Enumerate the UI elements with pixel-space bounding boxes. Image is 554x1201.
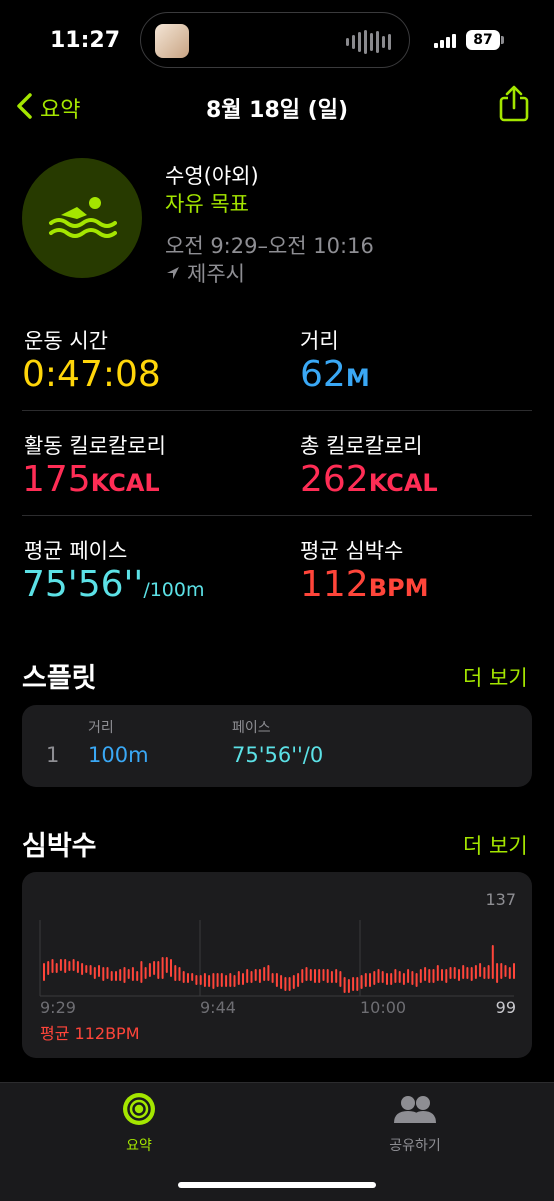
distance-value: 62M	[300, 354, 370, 395]
people-icon	[394, 1096, 436, 1123]
duration-label: 운동 시간	[24, 329, 108, 353]
workout-location: 제주시	[165, 258, 245, 288]
battery-icon: 87	[466, 30, 500, 50]
splits-card[interactable]: 거리 페이스 1 100m 75'56''/0	[22, 705, 532, 787]
splits-more-button[interactable]: 더 보기	[463, 662, 528, 692]
hr-time-label-3: 10:00	[360, 998, 407, 1017]
tab-sharing-label: 공유하기	[389, 1138, 441, 1154]
total-calories-label: 총 킬로칼로리	[300, 434, 423, 458]
avg-hr-label: 평균 심박수	[300, 539, 404, 563]
tab-sharing[interactable]: 공유하기	[380, 1091, 450, 1159]
workout-type: 수영(야외)	[165, 164, 259, 188]
tab-summary-label: 요약	[126, 1138, 152, 1154]
status-time: 11:27	[50, 28, 121, 53]
avg-pace-value: 75'56''/100m	[22, 564, 205, 605]
split-header-pace: 페이스	[232, 720, 271, 736]
chevron-left-icon[interactable]	[12, 90, 40, 122]
active-calories-label: 활동 킬로칼로리	[24, 434, 166, 458]
total-calories-unit: KCAL	[368, 469, 438, 497]
page-title: 8월 18일 (일)	[205, 98, 349, 123]
dynamic-island[interactable]	[140, 12, 410, 68]
distance-label: 거리	[300, 329, 339, 353]
split-pace: 75'56''/0	[232, 743, 324, 767]
avg-hr-number: 112	[300, 564, 369, 605]
back-button[interactable]: 요약	[40, 92, 80, 124]
location-arrow-icon	[167, 267, 179, 279]
avg-hr-value: 112BPM	[300, 564, 428, 605]
split-header-distance: 거리	[88, 720, 114, 736]
distance-unit: M	[345, 364, 370, 392]
tab-summary[interactable]: 요약	[114, 1091, 164, 1159]
hr-time-label-2: 9:44	[200, 998, 236, 1017]
home-indicator	[178, 1182, 376, 1188]
cellular-signal-icon	[434, 34, 456, 48]
share-icon[interactable]	[496, 84, 532, 124]
workout-time-range: 오전 9:29–오전 10:16	[165, 234, 374, 258]
location-label: 제주시	[187, 262, 245, 286]
split-index: 1	[46, 743, 60, 767]
activity-rings-icon	[123, 1093, 155, 1125]
duration-value: 0:47:08	[22, 354, 161, 395]
avg-pace-label: 평균 페이스	[24, 539, 128, 563]
active-calories-unit: KCAL	[90, 469, 160, 497]
split-distance: 100m	[88, 743, 149, 767]
hr-time-label-1: 9:29	[40, 998, 76, 1017]
metrics-divider-1	[22, 410, 532, 411]
battery-tip	[501, 36, 504, 44]
distance-number: 62	[300, 354, 346, 395]
now-playing-artwork	[155, 24, 189, 58]
avg-pace-unit: /100m	[143, 579, 205, 601]
hr-average-label: 평균 112BPM	[40, 1024, 140, 1043]
heart-rate-title: 심박수	[22, 831, 97, 862]
workout-goal: 자유 목표	[165, 192, 249, 216]
hr-min-label: 99	[495, 998, 516, 1017]
active-calories-value: 175KCAL	[22, 459, 160, 500]
splits-title: 스플릿	[22, 663, 97, 694]
total-calories-number: 262	[300, 459, 369, 500]
hr-max-label: 137	[485, 890, 516, 909]
audio-waveform-icon	[346, 29, 391, 55]
metrics-divider-2	[22, 515, 532, 516]
heart-rate-more-button[interactable]: 더 보기	[463, 830, 528, 860]
avg-hr-unit: BPM	[368, 574, 429, 602]
total-calories-value: 262KCAL	[300, 459, 438, 500]
avg-pace-number: 75'56''	[22, 564, 144, 605]
swimmer-icon	[22, 158, 142, 278]
active-calories-number: 175	[22, 459, 91, 500]
heart-rate-card[interactable]: 137 9:29 9:44 10:00 99 평균 112BPM	[22, 872, 532, 1058]
